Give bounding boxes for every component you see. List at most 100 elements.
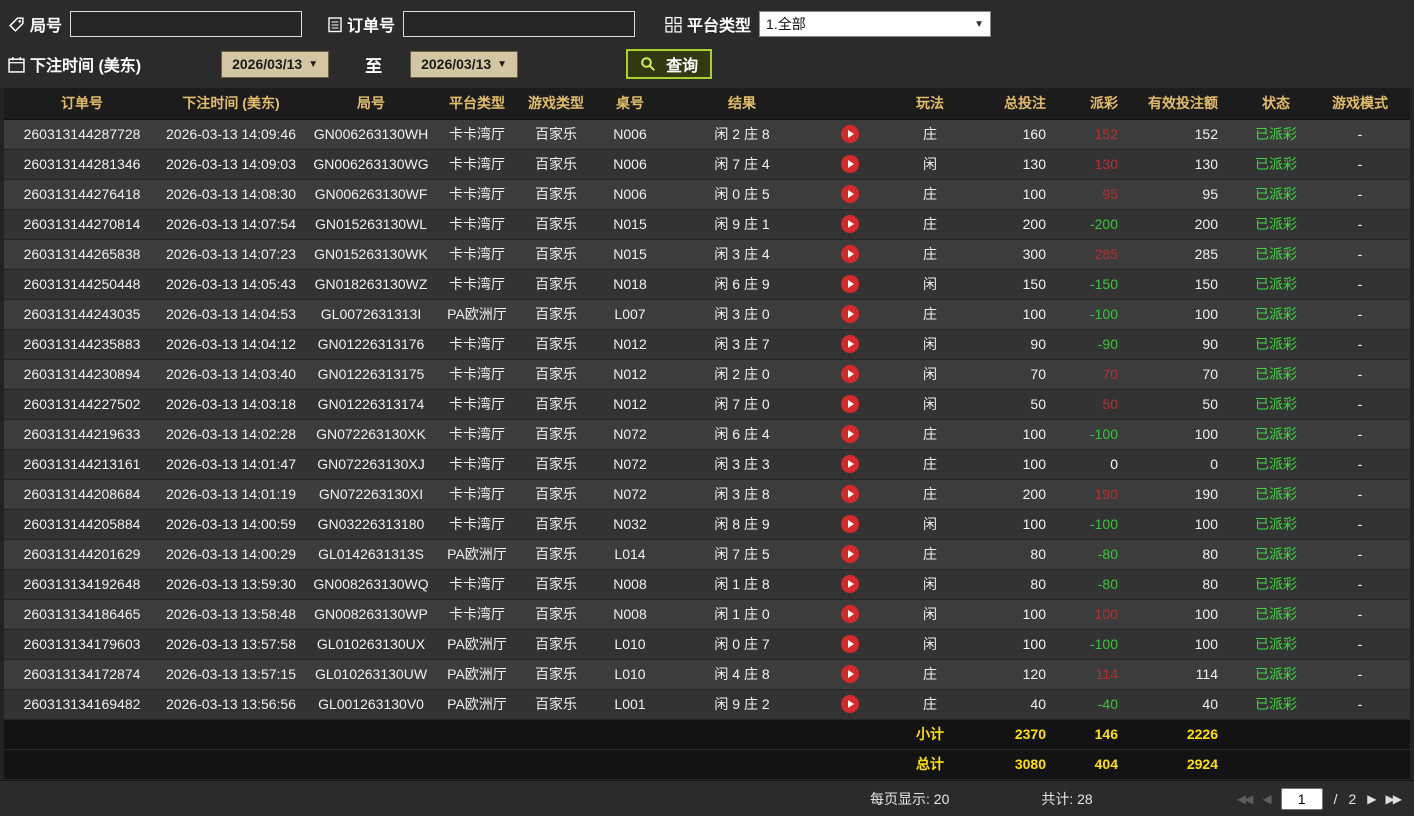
replay-button[interactable]: [841, 665, 859, 684]
cell-round-no: GN072263130XI: [302, 479, 440, 510]
cell-platform-type: 卡卡湾厅: [440, 509, 514, 540]
per-page-label: 每页显示: 20: [870, 790, 950, 807]
cell-payout: 152: [1070, 119, 1142, 150]
cell-order-no: 260313144205884: [4, 509, 160, 540]
prev-page-icon[interactable]: ◀: [1262, 792, 1271, 806]
page-input[interactable]: 1: [1280, 787, 1323, 810]
cell-payout: 0: [1070, 449, 1142, 480]
header-total-bet: 总投注: [982, 88, 1070, 120]
replay-button[interactable]: [841, 575, 859, 594]
cell-bet-side: 庄: [878, 689, 982, 720]
cell-game-type: 百家乐: [514, 569, 598, 600]
cell-total-bet: 50: [982, 389, 1070, 420]
cell-replay: [822, 629, 878, 660]
cell-total-bet: 150: [982, 269, 1070, 300]
replay-button[interactable]: [841, 425, 859, 444]
cell-bet-side: 庄: [878, 179, 982, 210]
cell-order-no: 260313144287728: [4, 119, 160, 150]
cell-status: 已派彩: [1242, 599, 1310, 630]
cell-replay: [822, 119, 878, 150]
play-icon: [848, 160, 854, 169]
grand-total-status: [1242, 749, 1310, 780]
cell-table-no: N012: [598, 389, 662, 420]
date-from-button[interactable]: 2026/03/13 ▼: [221, 50, 330, 78]
cell-game-type: 百家乐: [514, 629, 598, 660]
cell-table-no: N006: [598, 149, 662, 180]
cell-order-no: 260313144230894: [4, 359, 160, 390]
cell-bet-time: 2026-03-13 14:05:43: [160, 269, 302, 300]
replay-button[interactable]: [841, 365, 859, 384]
subtotal-label: 小计: [878, 719, 982, 750]
cell-table-no: L014: [598, 539, 662, 570]
cell-replay: [822, 149, 878, 180]
cell-bet-time: 2026-03-13 14:09:46: [160, 119, 302, 150]
cell-payout: 95: [1070, 179, 1142, 210]
replay-button[interactable]: [841, 605, 859, 624]
play-icon: [848, 190, 854, 199]
grand-total-mode: [1310, 749, 1410, 780]
replay-button[interactable]: [841, 545, 859, 564]
replay-button[interactable]: [841, 125, 859, 144]
play-icon: [848, 610, 854, 619]
play-icon: [848, 490, 854, 499]
table-row: 260313134169482 2026-03-13 13:56:56 GL0012…: [4, 689, 1410, 720]
calendar-icon: [8, 56, 25, 73]
platform-select-value: 1.全部: [766, 16, 806, 32]
replay-button[interactable]: [841, 275, 859, 294]
replay-button[interactable]: [841, 395, 859, 414]
round-no-input[interactable]: [70, 11, 303, 37]
cell-result: 闲 8 庄 9: [662, 509, 822, 540]
play-icon: [848, 580, 854, 589]
page-separator: /: [1333, 790, 1338, 807]
cell-replay: [822, 239, 878, 270]
replay-button[interactable]: [841, 305, 859, 324]
search-button[interactable]: 查询: [626, 49, 713, 79]
order-no-input[interactable]: [403, 11, 636, 37]
play-icon: [848, 550, 854, 559]
cell-bet-side: 闲: [878, 359, 982, 390]
next-page-icon[interactable]: ▶: [1367, 792, 1376, 806]
replay-button[interactable]: [841, 515, 859, 534]
cell-replay: [822, 389, 878, 420]
replay-button[interactable]: [841, 485, 859, 504]
header-replay: [822, 88, 878, 120]
cell-table-no: L010: [598, 659, 662, 690]
cell-replay: [822, 599, 878, 630]
cell-total-bet: 80: [982, 539, 1070, 570]
replay-button[interactable]: [841, 635, 859, 654]
platform-select[interactable]: 1.全部 ▼: [759, 11, 992, 37]
replay-button[interactable]: [841, 245, 859, 264]
cell-round-no: GN006263130WF: [302, 179, 440, 210]
cell-order-no: 260313144265838: [4, 239, 160, 270]
cell-order-no: 260313134186465: [4, 599, 160, 630]
cell-bet-time: 2026-03-13 14:07:54: [160, 209, 302, 240]
cell-result: 闲 4 庄 8: [662, 659, 822, 690]
cell-result: 闲 0 庄 5: [662, 179, 822, 210]
cell-game-mode: -: [1310, 209, 1410, 240]
replay-button[interactable]: [841, 335, 859, 354]
cell-table-no: N012: [598, 329, 662, 360]
replay-button[interactable]: [841, 155, 859, 174]
cell-status: 已派彩: [1242, 239, 1310, 270]
cell-game-mode: -: [1310, 149, 1410, 180]
date-to-button[interactable]: 2026/03/13 ▼: [410, 50, 519, 78]
cell-valid-bet: 100: [1142, 299, 1242, 330]
subtotal-mode: [1310, 719, 1410, 750]
replay-button[interactable]: [841, 695, 859, 714]
cell-valid-bet: 50: [1142, 389, 1242, 420]
last-page-icon[interactable]: ▶▶: [1386, 792, 1403, 806]
cell-bet-time: 2026-03-13 14:07:23: [160, 239, 302, 270]
subtotal-row: 小计 2370 146 2226: [4, 719, 1410, 750]
cell-bet-time: 2026-03-13 13:57:58: [160, 629, 302, 660]
replay-button[interactable]: [841, 185, 859, 204]
header-platform-type: 平台类型: [440, 88, 514, 120]
replay-button[interactable]: [841, 215, 859, 234]
table-row: 260313144250448 2026-03-13 14:05:43 GN0182…: [4, 269, 1410, 300]
cell-replay: [822, 329, 878, 360]
platform-type-label: 平台类型: [687, 18, 752, 35]
first-page-icon[interactable]: ◀◀: [1237, 792, 1254, 806]
replay-button[interactable]: [841, 455, 859, 474]
cell-replay: [822, 449, 878, 480]
cell-order-no: 260313144281346: [4, 149, 160, 180]
cell-bet-side: 庄: [878, 659, 982, 690]
